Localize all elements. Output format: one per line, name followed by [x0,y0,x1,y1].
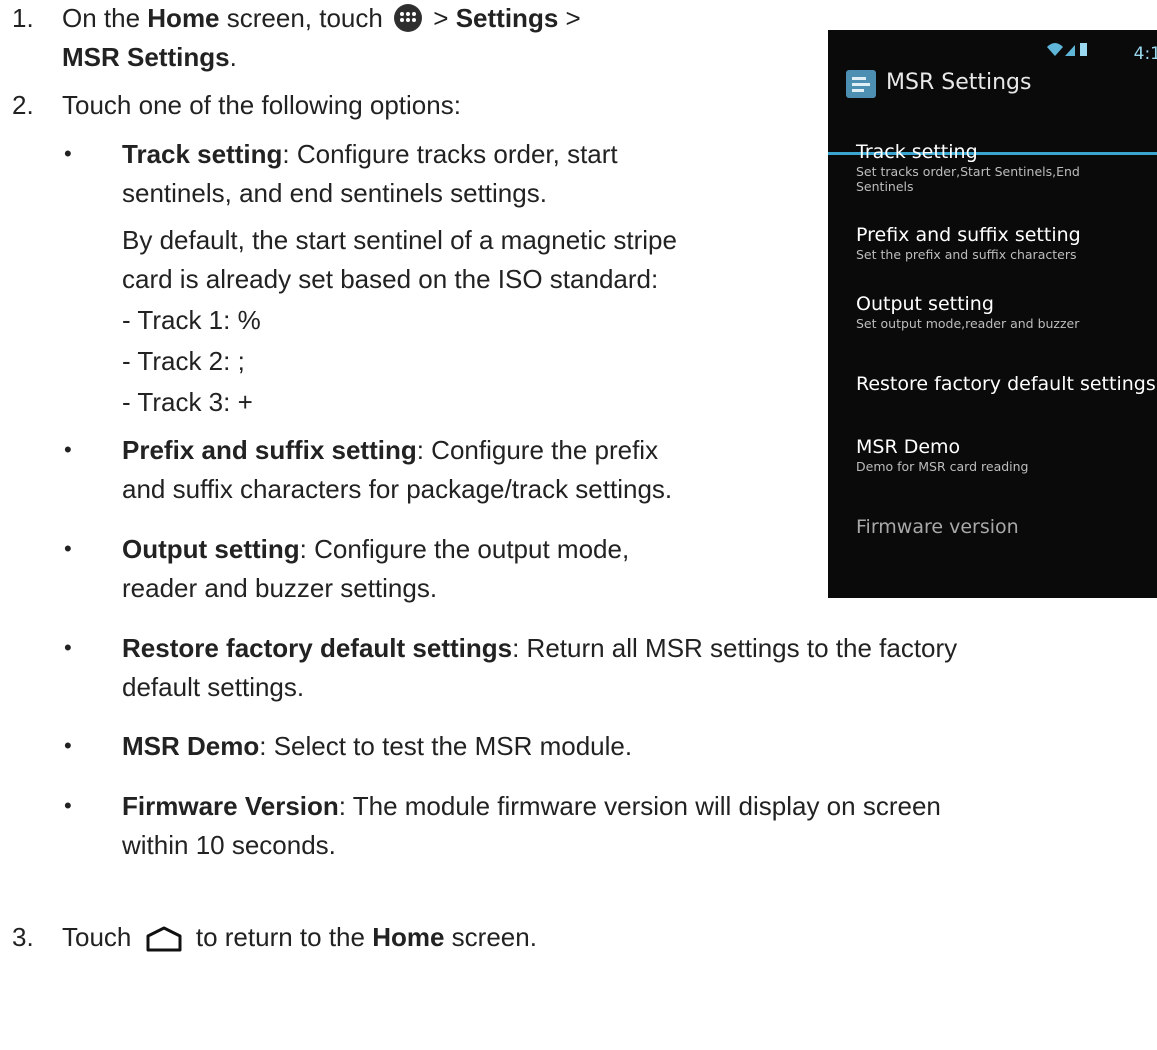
step-1-number: 1. [12,3,34,33]
menu-item-subtitle: Demo for MSR card reading [856,459,1029,474]
option-prefix-line1: Prefix and suffix setting: Configure the… [122,432,658,468]
app-bar: MSR Settings [828,64,1157,155]
step-2-text: Touch one of the following options: [62,90,461,120]
step-1-settings: Settings [455,3,559,33]
step-1-home: Home [147,3,220,33]
option-demo-desc: : Select to test the MSR module. [259,731,633,761]
bullet-prefix: • [64,437,72,462]
step-3-mid: to return to the [195,922,373,952]
step-3-text: Touch to return to the Home screen. [62,919,537,961]
menu-item-track[interactable]: Track setting Set tracks order,Start Sen… [856,140,1080,194]
step-1-line2: MSR Settings. [62,39,237,75]
apps-drawer-icon [394,4,423,32]
step-1-pre: On the [62,3,148,33]
menu-item-title: Track setting [856,141,978,163]
step-1-text: On the Home screen, touch > Settings > [62,0,581,36]
menu-item-subtitle: Set tracks order,Start Sentinels,End [856,164,1080,179]
option-restore-line1: Restore factory default settings: Return… [122,630,957,666]
bullet-output: • [64,536,72,561]
option-restore-label: Restore factory default settings [122,633,513,663]
menu-item-title: Firmware version [856,516,1019,538]
bullet-demo: • [64,733,72,758]
menu-item-demo[interactable]: MSR Demo Demo for MSR card reading [856,435,1029,474]
option-output-line2: reader and buzzer settings. [122,573,438,603]
option-output-label: Output setting [122,534,300,564]
bullet-firmware: • [64,793,72,818]
option-prefix-desc: : Configure the prefix [416,435,659,465]
menu-item-subtitle: Set the prefix and suffix characters [856,247,1077,262]
signal-icons [1047,43,1087,56]
option-demo-label: MSR Demo [122,731,260,761]
menu-item-subtitle-2: Sentinels [856,179,914,194]
track-2-sentinel: - Track 2: ; [122,346,245,376]
step-1-msr-settings: MSR Settings [62,42,230,72]
option-firmware-desc: : The module firmware version will displ… [338,791,941,821]
track-note-line1: By default, the start sentinel of a magn… [122,225,677,255]
bullet-restore: • [64,635,72,660]
track-note-line2: card is already set based on the ISO sta… [122,264,659,294]
step-2-number: 2. [12,90,34,120]
option-firmware-label: Firmware Version [122,791,339,821]
option-prefix-label: Prefix and suffix setting [122,435,417,465]
menu-item-subtitle: Set output mode,reader and buzzer [856,316,1080,331]
menu-item-firmware[interactable]: Firmware version [856,515,1019,539]
menu-item-title: Output setting [856,293,994,315]
step-3-number: 3. [12,922,34,952]
option-demo-line1: MSR Demo: Select to test the MSR module. [122,728,632,764]
menu-item-title: Prefix and suffix setting [856,224,1081,246]
option-track-desc: : Configure tracks order, start [282,139,618,169]
msr-app-icon [846,70,876,98]
menu-item-restore[interactable]: Restore factory default settings [856,372,1156,396]
app-title: MSR Settings [886,70,1032,95]
step-1-period: . [229,42,237,72]
option-output-desc: : Configure the output mode, [299,534,630,564]
step-1-mid: screen, touch [219,3,383,33]
step-1-sep1: > [426,3,456,33]
bullet-track: • [64,141,72,166]
option-restore-line2: default settings. [122,672,305,702]
step-3-post: screen. [444,922,537,952]
option-output-line1: Output setting: Configure the output mod… [122,531,629,567]
menu-item-title: MSR Demo [856,436,961,458]
option-restore-desc: : Return all MSR settings to the factory [512,633,958,663]
step-3-pre: Touch [62,922,132,952]
menu-item-output[interactable]: Output setting Set output mode,reader an… [856,292,1079,331]
menu-item-title: Restore factory default settings [856,373,1156,395]
track-1-sentinel: - Track 1: % [122,305,261,335]
step-1-sep2: > [558,3,581,33]
option-track-line2: sentinels, and end sentinels settings. [122,178,547,208]
option-firmware-line2: within 10 seconds. [122,830,336,860]
option-prefix-line2: and suffix characters for package/track … [122,474,673,504]
option-track-label: Track setting [122,139,283,169]
menu-item-prefix[interactable]: Prefix and suffix setting Set the prefix… [856,223,1081,262]
home-icon [145,925,183,961]
status-bar: 4:1 [997,38,1157,64]
option-track-line1: Track setting: Configure tracks order, s… [122,136,618,172]
track-3-sentinel: - Track 3: + [122,387,253,417]
phone-screenshot: 4:1 MSR Settings Track setting Set track… [828,30,1157,598]
document-page: 1. On the Home screen, touch > Settings … [0,0,1157,1050]
option-firmware-line1: Firmware Version: The module firmware ve… [122,788,941,824]
step-3-home: Home [372,922,445,952]
